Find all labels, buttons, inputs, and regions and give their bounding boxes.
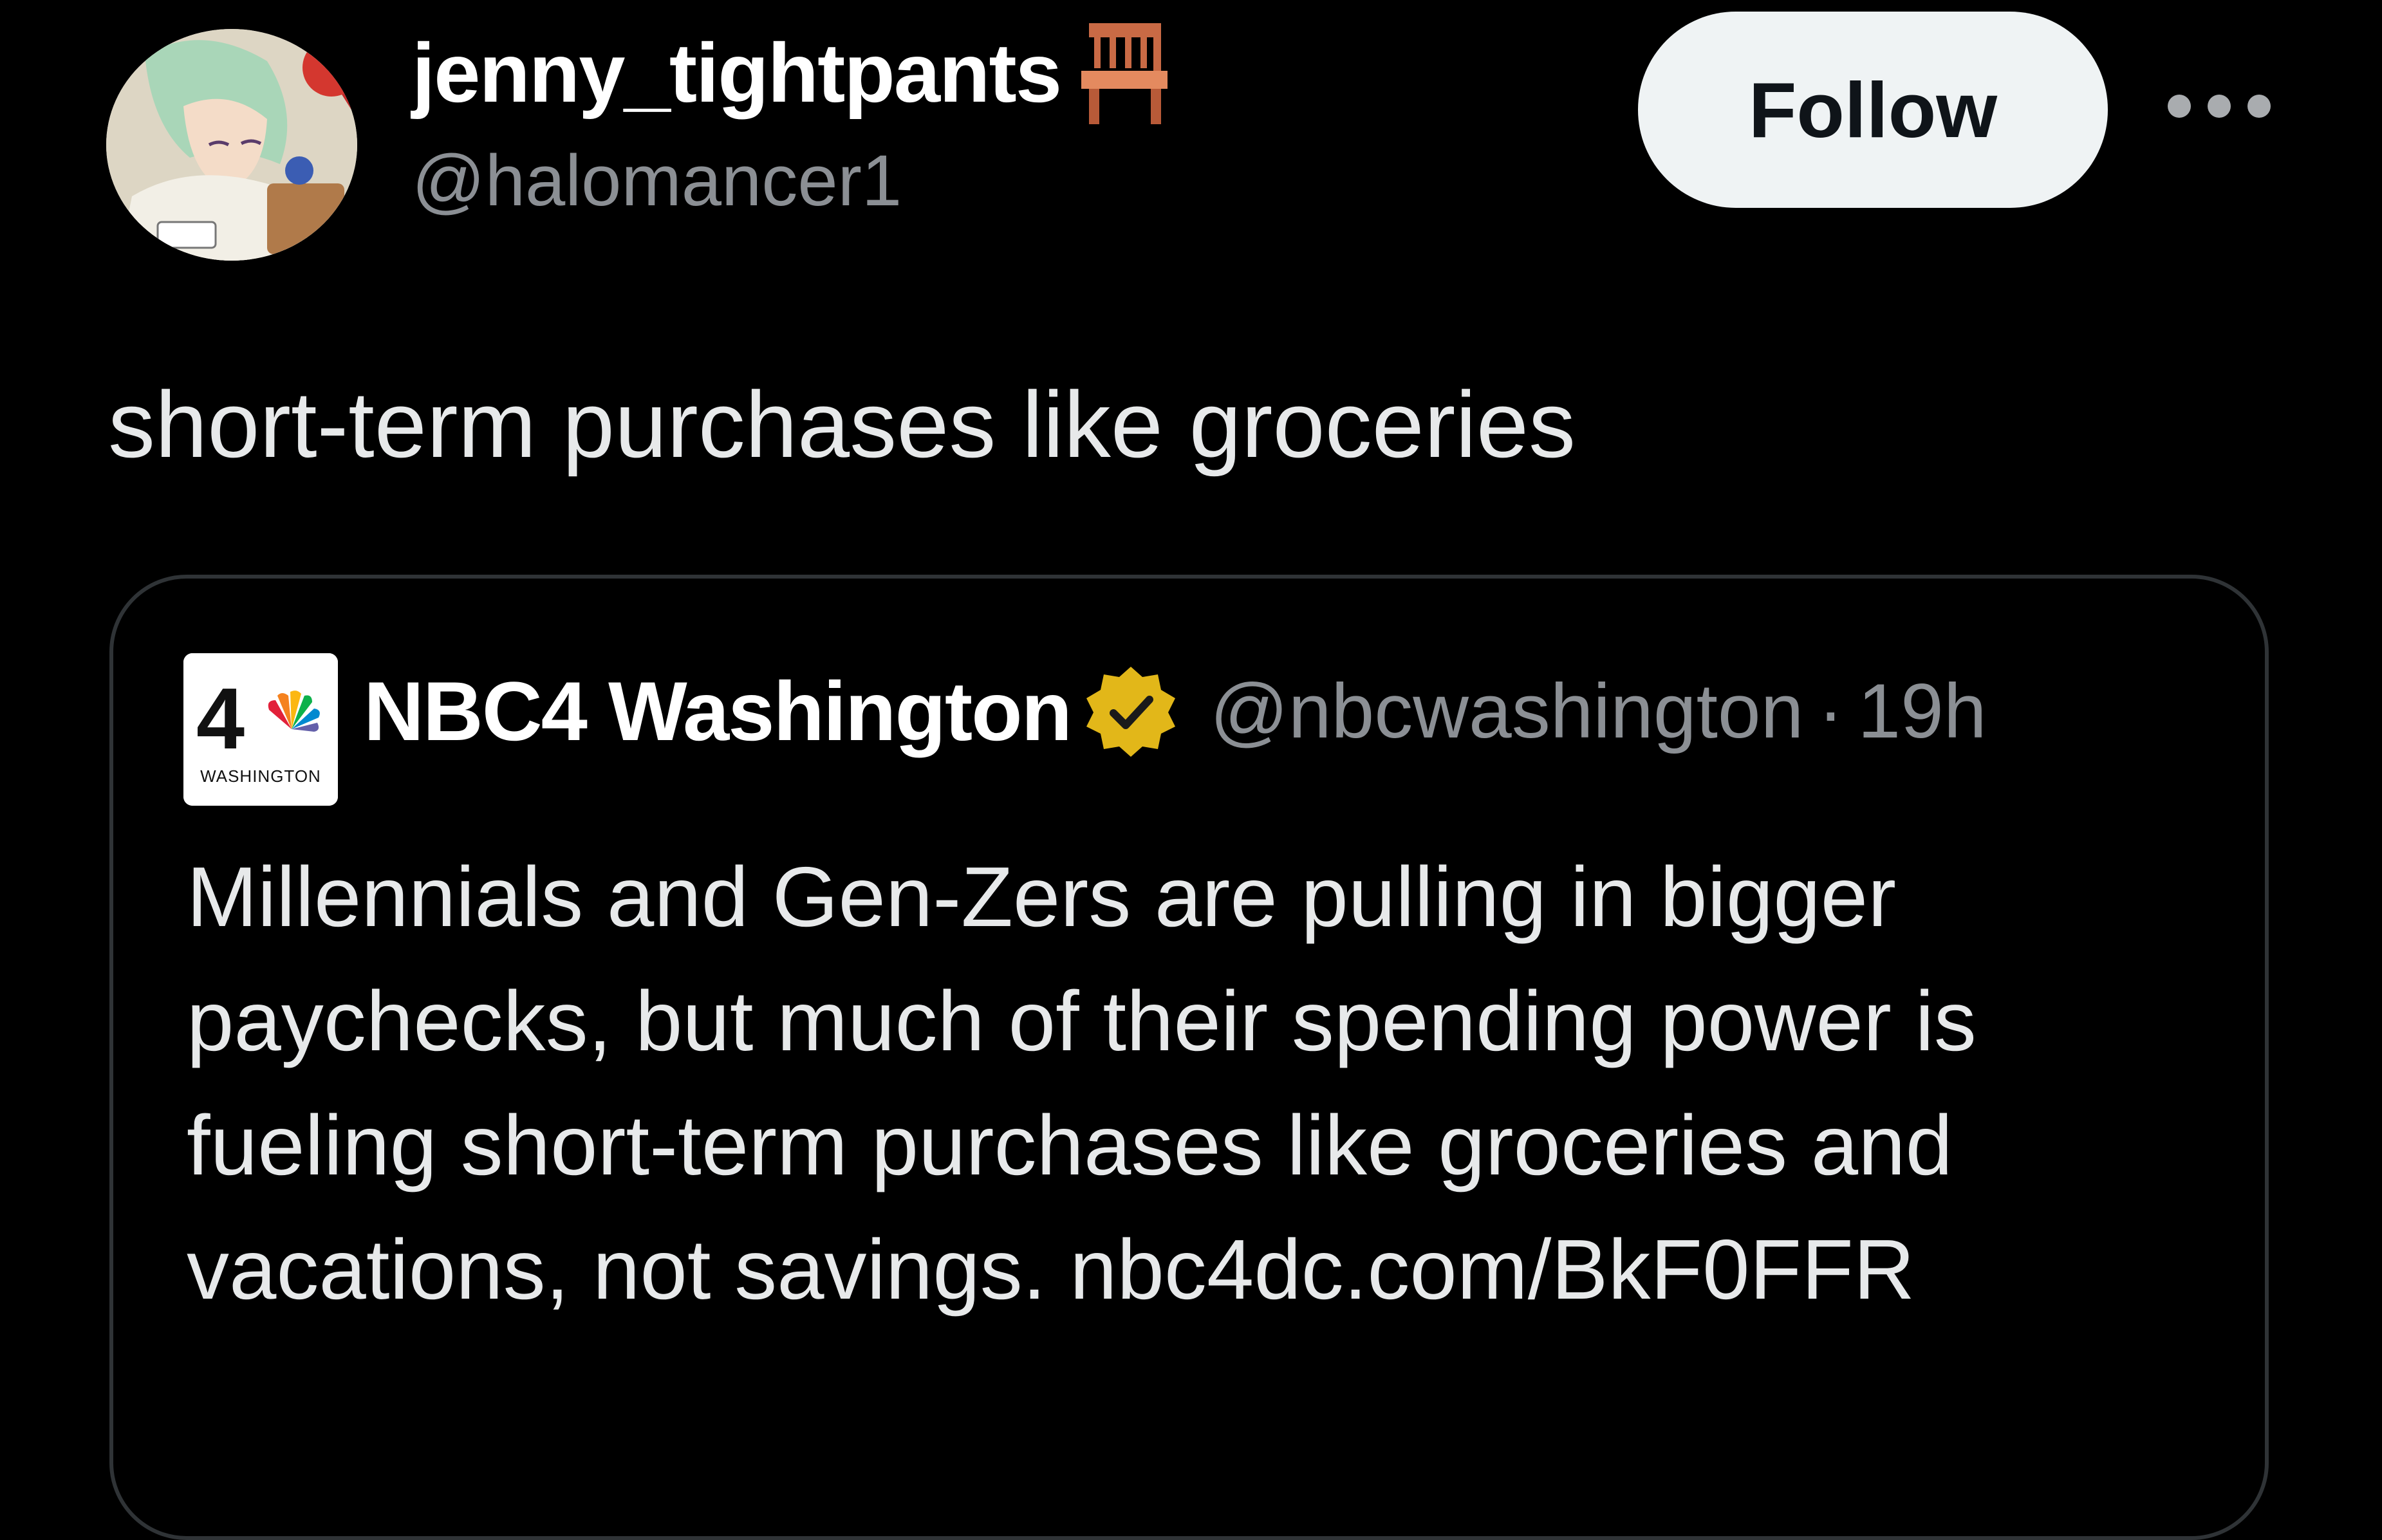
follow-button[interactable]: Follow [1638, 12, 2108, 208]
quoted-text-line: vacations, not savings. nbc4dc.com/BkF0F… [187, 1222, 1915, 1317]
quoted-handle[interactable]: @nbcwashington [1210, 667, 1803, 756]
quoted-text-line: paychecks, but much of their spending po… [187, 974, 1977, 1068]
more-dot [2208, 95, 2231, 118]
chair-emoji-icon [1070, 18, 1179, 127]
author-display-name[interactable]: jenny_tightpants [412, 24, 1062, 121]
tweet-text: short-term purchases like groceries [108, 372, 1576, 477]
logo-number: 4 [196, 670, 245, 767]
quoted-tweet-text: Millennials and Gen-Zers are pulling in … [187, 835, 2214, 1331]
more-dot [2247, 95, 2271, 118]
quoted-tweet-header[interactable]: NBC4 Washington @nbcwashington · 19h [364, 644, 1987, 779]
more-dot [2168, 95, 2191, 118]
avatar[interactable] [106, 29, 357, 261]
nbc4-washington-logo[interactable]: 4 WASHINGTON [183, 653, 338, 806]
author-handle[interactable]: @halomancer1 [412, 145, 902, 217]
author-name-row[interactable]: jenny_tightpants [412, 12, 1179, 134]
more-options-icon[interactable] [2168, 87, 2271, 125]
quoted-display-name[interactable]: NBC4 Washington [364, 663, 1072, 759]
quoted-timestamp[interactable]: 19h [1857, 667, 1986, 756]
logo-caption: WASHINGTON [200, 766, 321, 786]
quoted-text-line: fueling short-term purchases like grocer… [187, 1098, 1953, 1192]
quoted-text-line: Millennials and Gen-Zers are pulling in … [187, 849, 1897, 944]
meta-separator: · [1818, 668, 1844, 754]
verified-badge-icon[interactable] [1083, 663, 1179, 759]
avatar-image [106, 29, 357, 261]
